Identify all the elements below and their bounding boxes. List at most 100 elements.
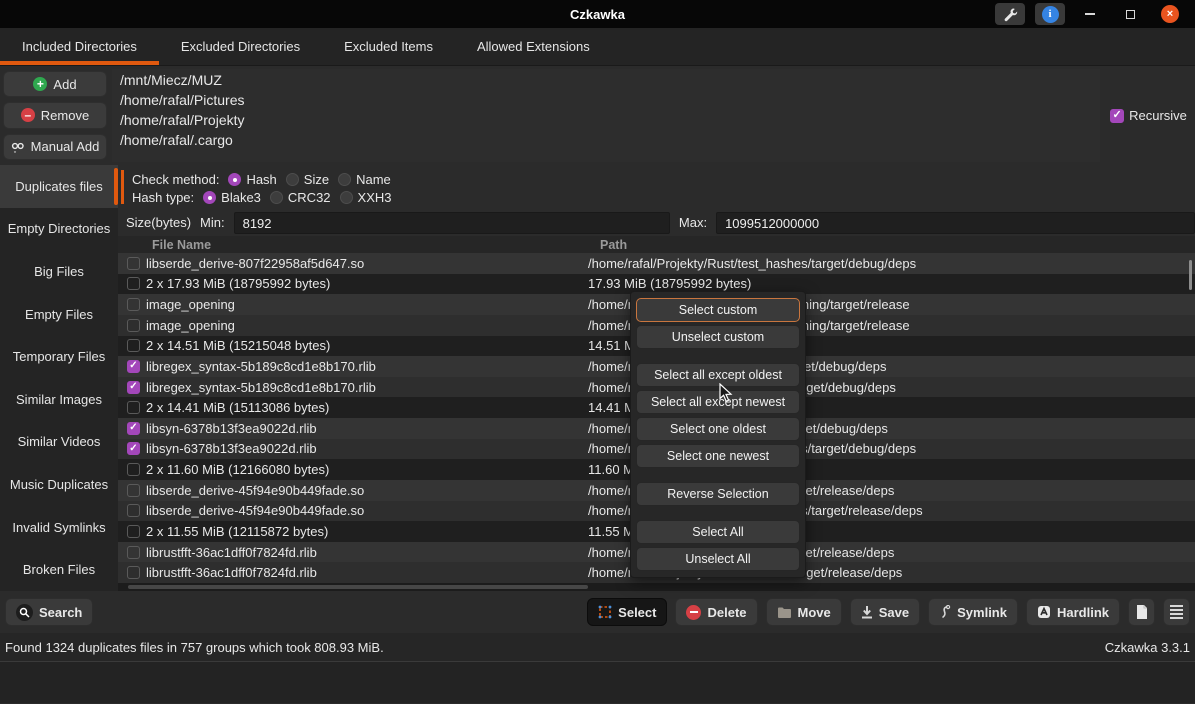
sidebar-item-invalid-symlinks[interactable]: Invalid Symlinks (0, 506, 118, 549)
menu-item-select-one-newest[interactable]: Select one newest (636, 444, 800, 468)
menu-item-unselect-all[interactable]: Unselect All (636, 547, 800, 571)
radio-hash-label: Hash (246, 172, 276, 187)
radio-blake3[interactable] (203, 191, 216, 204)
menu-item-select-one-oldest[interactable]: Select one oldest (636, 417, 800, 441)
tab-included-directories[interactable]: Included Directories (0, 28, 159, 65)
menu-item-unselect-custom[interactable]: Unselect custom (636, 325, 800, 349)
row-checkbox[interactable] (127, 546, 140, 559)
sidebar-item-music-duplicates[interactable]: Music Duplicates (0, 463, 118, 506)
search-button[interactable]: Search (5, 598, 93, 626)
tab-label: Excluded Items (344, 39, 433, 54)
max-size-input[interactable]: 1099512000000 (716, 212, 1195, 234)
row-checkbox[interactable] (127, 381, 140, 394)
sidebar-item-empty-files[interactable]: Empty Files (0, 293, 118, 336)
remove-label: Remove (41, 108, 89, 123)
sidebar-item-label: Similar Images (16, 392, 102, 407)
row-checkbox[interactable] (127, 298, 140, 311)
compare-button[interactable] (1128, 598, 1155, 626)
check-method-label: Check method: (132, 172, 219, 187)
directory-row[interactable]: /home/rafal/.cargo (112, 130, 1100, 150)
table-row[interactable]: libserde_derive-807f22958af5d647.so/home… (118, 253, 1195, 274)
recursive-checkbox[interactable] (1110, 109, 1124, 123)
row-checkbox[interactable] (127, 339, 140, 352)
row-checkbox[interactable] (127, 257, 140, 270)
row-checkbox[interactable] (127, 484, 140, 497)
hardlink-button[interactable]: Hardlink (1026, 598, 1120, 626)
column-file-name[interactable]: File Name (146, 238, 600, 252)
file-name: libregex_syntax-5b189c8cd1e8b170.rlib (140, 380, 588, 395)
vertical-scrollbar-thumb[interactable] (1189, 260, 1192, 290)
remove-directory-button[interactable]: – Remove (3, 102, 107, 128)
tab-excluded-directories[interactable]: Excluded Directories (159, 28, 322, 65)
about-button[interactable]: i (1035, 3, 1065, 25)
symlink-button[interactable]: Symlink (928, 598, 1018, 626)
settings-button[interactable] (995, 3, 1025, 25)
select-popup-menu: Select custom Unselect custom Select all… (630, 291, 806, 578)
radio-size[interactable] (286, 173, 299, 186)
row-checkbox[interactable] (127, 442, 140, 455)
sidebar-item-similar-images[interactable]: Similar Images (0, 378, 118, 421)
file-name: libregex_syntax-5b189c8cd1e8b170.rlib (140, 359, 588, 374)
row-checkbox[interactable] (127, 504, 140, 517)
horizontal-scrollbar-thumb[interactable] (128, 585, 588, 589)
directory-row[interactable]: /home/rafal/Pictures (112, 90, 1100, 110)
select-button[interactable]: Select (587, 598, 667, 626)
menu-item-reverse-selection[interactable]: Reverse Selection (636, 482, 800, 506)
min-size-input[interactable]: 8192 (234, 212, 670, 234)
sort-button[interactable] (1163, 598, 1190, 626)
search-icon (16, 604, 33, 621)
bottom-empty-panel (0, 662, 1195, 703)
sidebar-item-duplicates-files[interactable]: Duplicates files (0, 165, 118, 208)
radio-hash[interactable] (228, 173, 241, 186)
file-name: libserde_derive-45f94e90b449fade.so (140, 483, 588, 498)
row-checkbox[interactable] (127, 319, 140, 332)
file-name: libsyn-6378b13f3ea9022d.rlib (140, 441, 588, 456)
manual-add-directory-button[interactable]: Manual Add (3, 134, 107, 160)
radio-name[interactable] (338, 173, 351, 186)
plus-icon: + (33, 77, 47, 91)
column-path[interactable]: Path (600, 238, 1195, 252)
menu-item-select-all-except-newest[interactable]: Select all except newest (636, 390, 800, 414)
close-button[interactable]: × (1155, 3, 1185, 25)
directory-row[interactable]: /home/rafal/Projekty (112, 110, 1100, 130)
sidebar-item-label: Duplicates files (15, 179, 102, 194)
add-directory-button[interactable]: + Add (3, 71, 107, 97)
maximize-button[interactable] (1115, 3, 1145, 25)
row-checkbox[interactable] (127, 463, 140, 476)
row-checkbox[interactable] (127, 566, 140, 579)
row-checkbox[interactable] (127, 360, 140, 373)
tab-bar: Included Directories Excluded Directorie… (0, 28, 1195, 66)
row-checkbox[interactable] (127, 525, 140, 538)
sidebar-item-temporary-files[interactable]: Temporary Files (0, 335, 118, 378)
row-checkbox[interactable] (127, 401, 140, 414)
group-size-path: 17.93 MiB (18795992 bytes) (588, 276, 1195, 291)
minimize-button[interactable] (1075, 3, 1105, 25)
info-icon: i (1042, 6, 1059, 23)
save-button[interactable]: Save (850, 598, 920, 626)
radio-crc32[interactable] (270, 191, 283, 204)
menu-item-select-custom[interactable]: Select custom (636, 298, 800, 322)
delete-button[interactable]: Delete (675, 598, 757, 626)
sidebar-item-big-files[interactable]: Big Files (0, 250, 118, 293)
file-name: libsyn-6378b13f3ea9022d.rlib (140, 421, 588, 436)
tab-excluded-items[interactable]: Excluded Items (322, 28, 455, 65)
horizontal-scrollbar[interactable] (118, 583, 1195, 591)
directory-row[interactable]: /mnt/Miecz/MUZ (112, 70, 1100, 90)
tab-label: Included Directories (22, 39, 137, 54)
sidebar-item-empty-directories[interactable]: Empty Directories (0, 208, 118, 251)
sidebar-item-broken-files[interactable]: Broken Files (0, 548, 118, 591)
row-checkbox[interactable] (127, 422, 140, 435)
file-path: /home/rafal/Projekty/Rust/test_hashes/ta… (588, 256, 1195, 271)
sidebar-item-label: Music Duplicates (10, 477, 108, 492)
menu-item-select-all-except-oldest[interactable]: Select all except oldest (636, 363, 800, 387)
sidebar-item-similar-videos[interactable]: Similar Videos (0, 421, 118, 464)
status-bar: Found 1324 duplicates files in 757 group… (0, 633, 1195, 662)
radio-xxh3[interactable] (340, 191, 353, 204)
duplicates-settings: Check method: Hash Size Name Hash type: … (118, 165, 1195, 209)
sidebar-item-label: Empty Files (25, 307, 93, 322)
row-checkbox[interactable] (127, 277, 140, 290)
menu-item-select-all[interactable]: Select All (636, 520, 800, 544)
tab-allowed-extensions[interactable]: Allowed Extensions (455, 28, 612, 65)
status-message: Found 1324 duplicates files in 757 group… (5, 640, 384, 655)
move-button[interactable]: Move (766, 598, 842, 626)
